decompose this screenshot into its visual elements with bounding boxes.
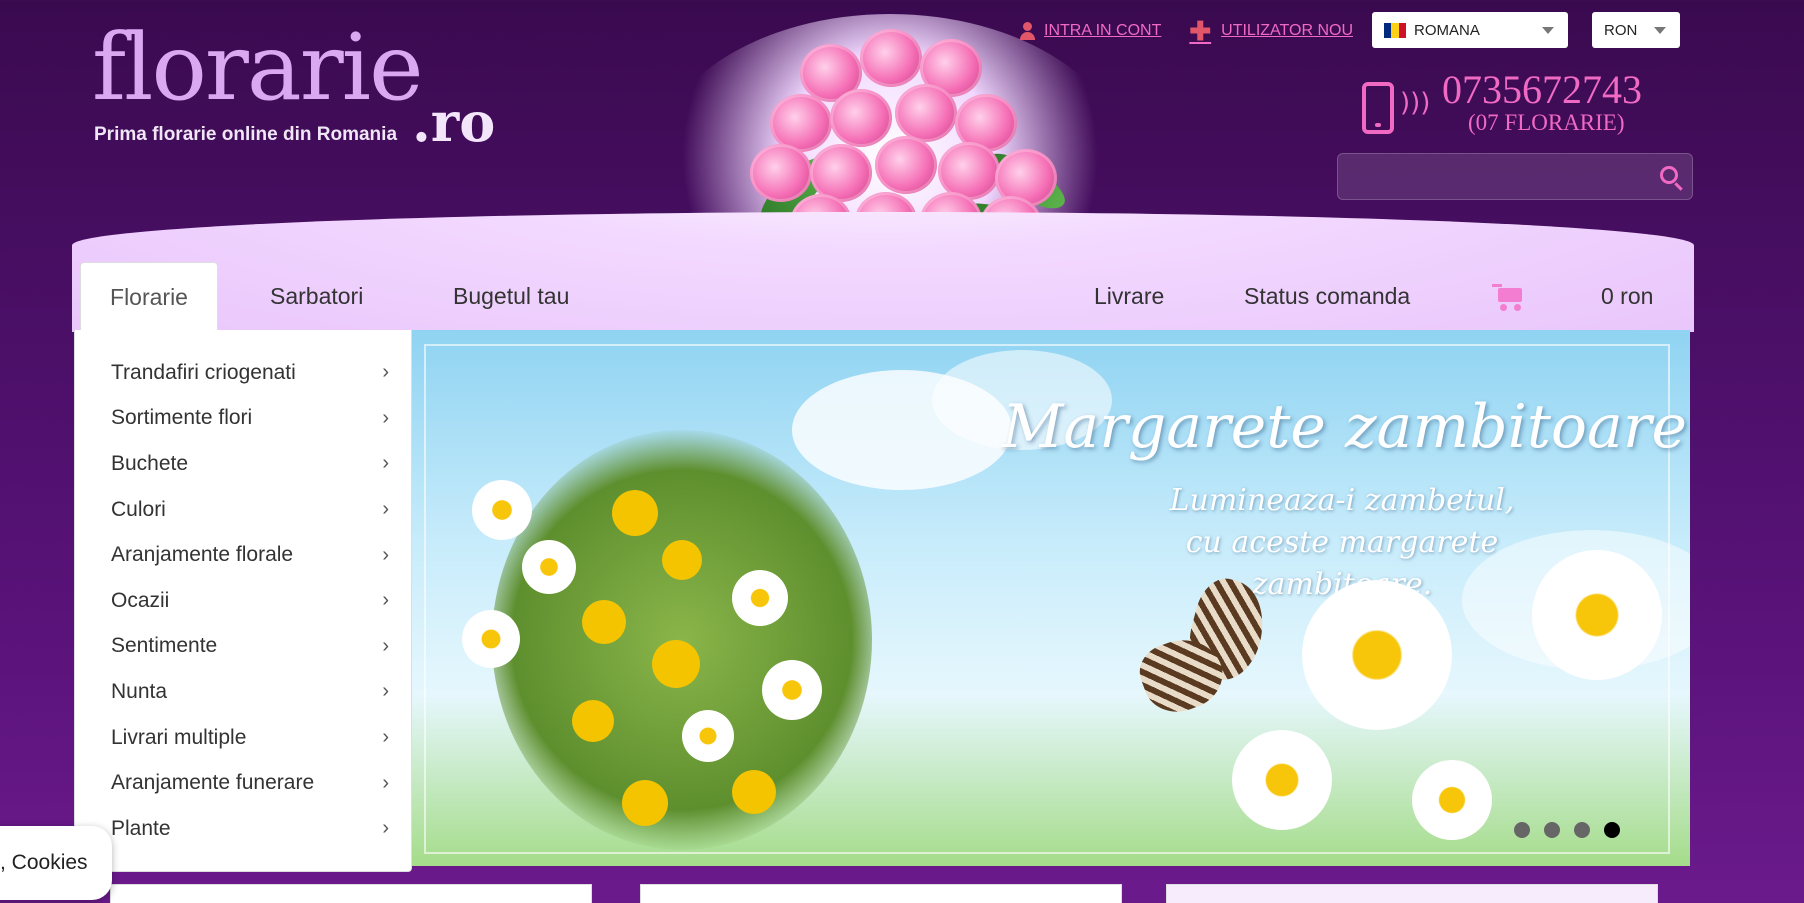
plus-icon: ✚ (1189, 16, 1212, 46)
chevron-right-icon: › (382, 543, 389, 566)
site-logo[interactable]: florarie .ro Prima florarie online din R… (92, 12, 532, 155)
bottom-panels (0, 878, 1804, 903)
register-link[interactable]: ✚ UTILIZATOR NOU (1189, 18, 1353, 44)
menu-item-aranjamente-florale[interactable]: Aranjamente florale › (75, 532, 411, 578)
menu-item-label: Aranjamente florale (111, 543, 294, 567)
menu-item-culori[interactable]: Culori › (75, 487, 411, 533)
carousel-dots (1514, 822, 1620, 838)
menu-item-label: Buchete (111, 451, 189, 475)
search-input[interactable] (1338, 154, 1638, 199)
carousel-dot-active[interactable] (1604, 822, 1620, 838)
promo-panel[interactable] (110, 884, 592, 903)
banner-subtitle-line1: Lumineaza-i zambetul, (1169, 483, 1515, 518)
chevron-right-icon: › (382, 361, 389, 384)
chevron-right-icon: › (382, 406, 389, 429)
phone-icon (1362, 82, 1394, 134)
main-nav: Florarie Sarbatori Bugetul tau Livrare S… (80, 262, 1680, 332)
menu-item-label: Culori (111, 497, 166, 521)
login-link[interactable]: INTRA IN CONT (1020, 22, 1161, 40)
butterfly-image (1132, 572, 1282, 740)
menu-item-nunta[interactable]: Nunta › (75, 669, 411, 715)
menu-item-label: Nunta (111, 679, 168, 703)
menu-item-label: Plante (111, 816, 171, 840)
tab-livrare[interactable]: Livrare (1094, 283, 1164, 310)
signal-waves-icon: ))) (1400, 88, 1431, 118)
menu-item-plante[interactable]: Plante › (75, 806, 411, 852)
chevron-right-icon: › (382, 498, 389, 521)
language-value: ROMANA (1414, 21, 1480, 39)
menu-item-label: Sortimente flori (111, 406, 253, 430)
chevron-down-icon (1654, 27, 1666, 34)
hero-banner[interactable]: Margarete zambitoare Lumineaza-i zambetu… (412, 330, 1690, 866)
tab-status-comanda[interactable]: Status comanda (1244, 283, 1410, 310)
user-icon (1020, 22, 1035, 40)
menu-item-label: Ocazii (111, 588, 170, 612)
menu-item-sortimente-flori[interactable]: Sortimente flori › (75, 396, 411, 442)
carousel-dot[interactable] (1544, 822, 1560, 838)
logo-word: florarie (92, 14, 424, 121)
search-box (1337, 153, 1693, 200)
menu-item-label: Aranjamente funerare (111, 771, 315, 795)
cart-total[interactable]: 0 ron (1601, 283, 1653, 310)
phone-number[interactable]: 0735672743 (1442, 66, 1642, 113)
menu-item-ocazii[interactable]: Ocazii › (75, 578, 411, 624)
daisy-bouquet-image (432, 370, 912, 866)
search-icon[interactable] (1660, 166, 1678, 184)
romania-flag-icon (1384, 22, 1406, 38)
chevron-right-icon: › (382, 634, 389, 657)
menu-item-label: Trandafiri criogenati (111, 360, 296, 384)
chevron-right-icon: › (382, 771, 389, 794)
chevron-right-icon: › (382, 452, 389, 475)
menu-item-sentimente[interactable]: Sentimente › (75, 624, 411, 670)
menu-item-trandafiri-criogenati[interactable]: Trandafiri criogenati › (75, 350, 411, 396)
carousel-dot[interactable] (1574, 822, 1590, 838)
chevron-right-icon: › (382, 817, 389, 840)
florarie-dropdown-menu: Trandafiri criogenati › Sortimente flori ›… (74, 330, 412, 872)
chevron-right-icon: › (382, 680, 389, 703)
cart-icon[interactable] (1492, 284, 1524, 311)
banner-title: Margarete zambitoare (1002, 392, 1688, 462)
menu-item-label: Livrari multiple (111, 725, 247, 749)
tab-bugetul-tau[interactable]: Bugetul tau (453, 283, 569, 310)
logo-tagline: Prima florarie online din Romania (94, 124, 398, 145)
menu-item-label: Sentimente (111, 634, 218, 658)
currency-value: RON (1604, 21, 1638, 39)
phone-alias: (07 FLORARIE) (1468, 110, 1625, 135)
login-label: INTRA IN CONT (1044, 22, 1162, 39)
promo-panel[interactable] (640, 884, 1122, 903)
cookies-button[interactable]: , Cookies (0, 826, 112, 900)
language-select[interactable]: ROMANA (1372, 12, 1568, 48)
menu-item-aranjamente-funerare[interactable]: Aranjamente funerare › (75, 760, 411, 806)
logo-suffix: .ro (412, 90, 496, 154)
menu-item-livrari-multiple[interactable]: Livrari multiple › (75, 715, 411, 761)
chevron-right-icon: › (382, 726, 389, 749)
tab-sarbatori[interactable]: Sarbatori (270, 283, 363, 310)
register-label: UTILIZATOR NOU (1221, 22, 1353, 39)
chevron-right-icon: › (382, 589, 389, 612)
promo-panel[interactable] (1166, 884, 1658, 903)
carousel-dot[interactable] (1514, 822, 1530, 838)
currency-select[interactable]: RON (1592, 12, 1680, 48)
chevron-down-icon (1542, 27, 1554, 34)
tab-florarie[interactable]: Florarie (80, 262, 218, 332)
menu-item-buchete[interactable]: Buchete › (75, 441, 411, 487)
